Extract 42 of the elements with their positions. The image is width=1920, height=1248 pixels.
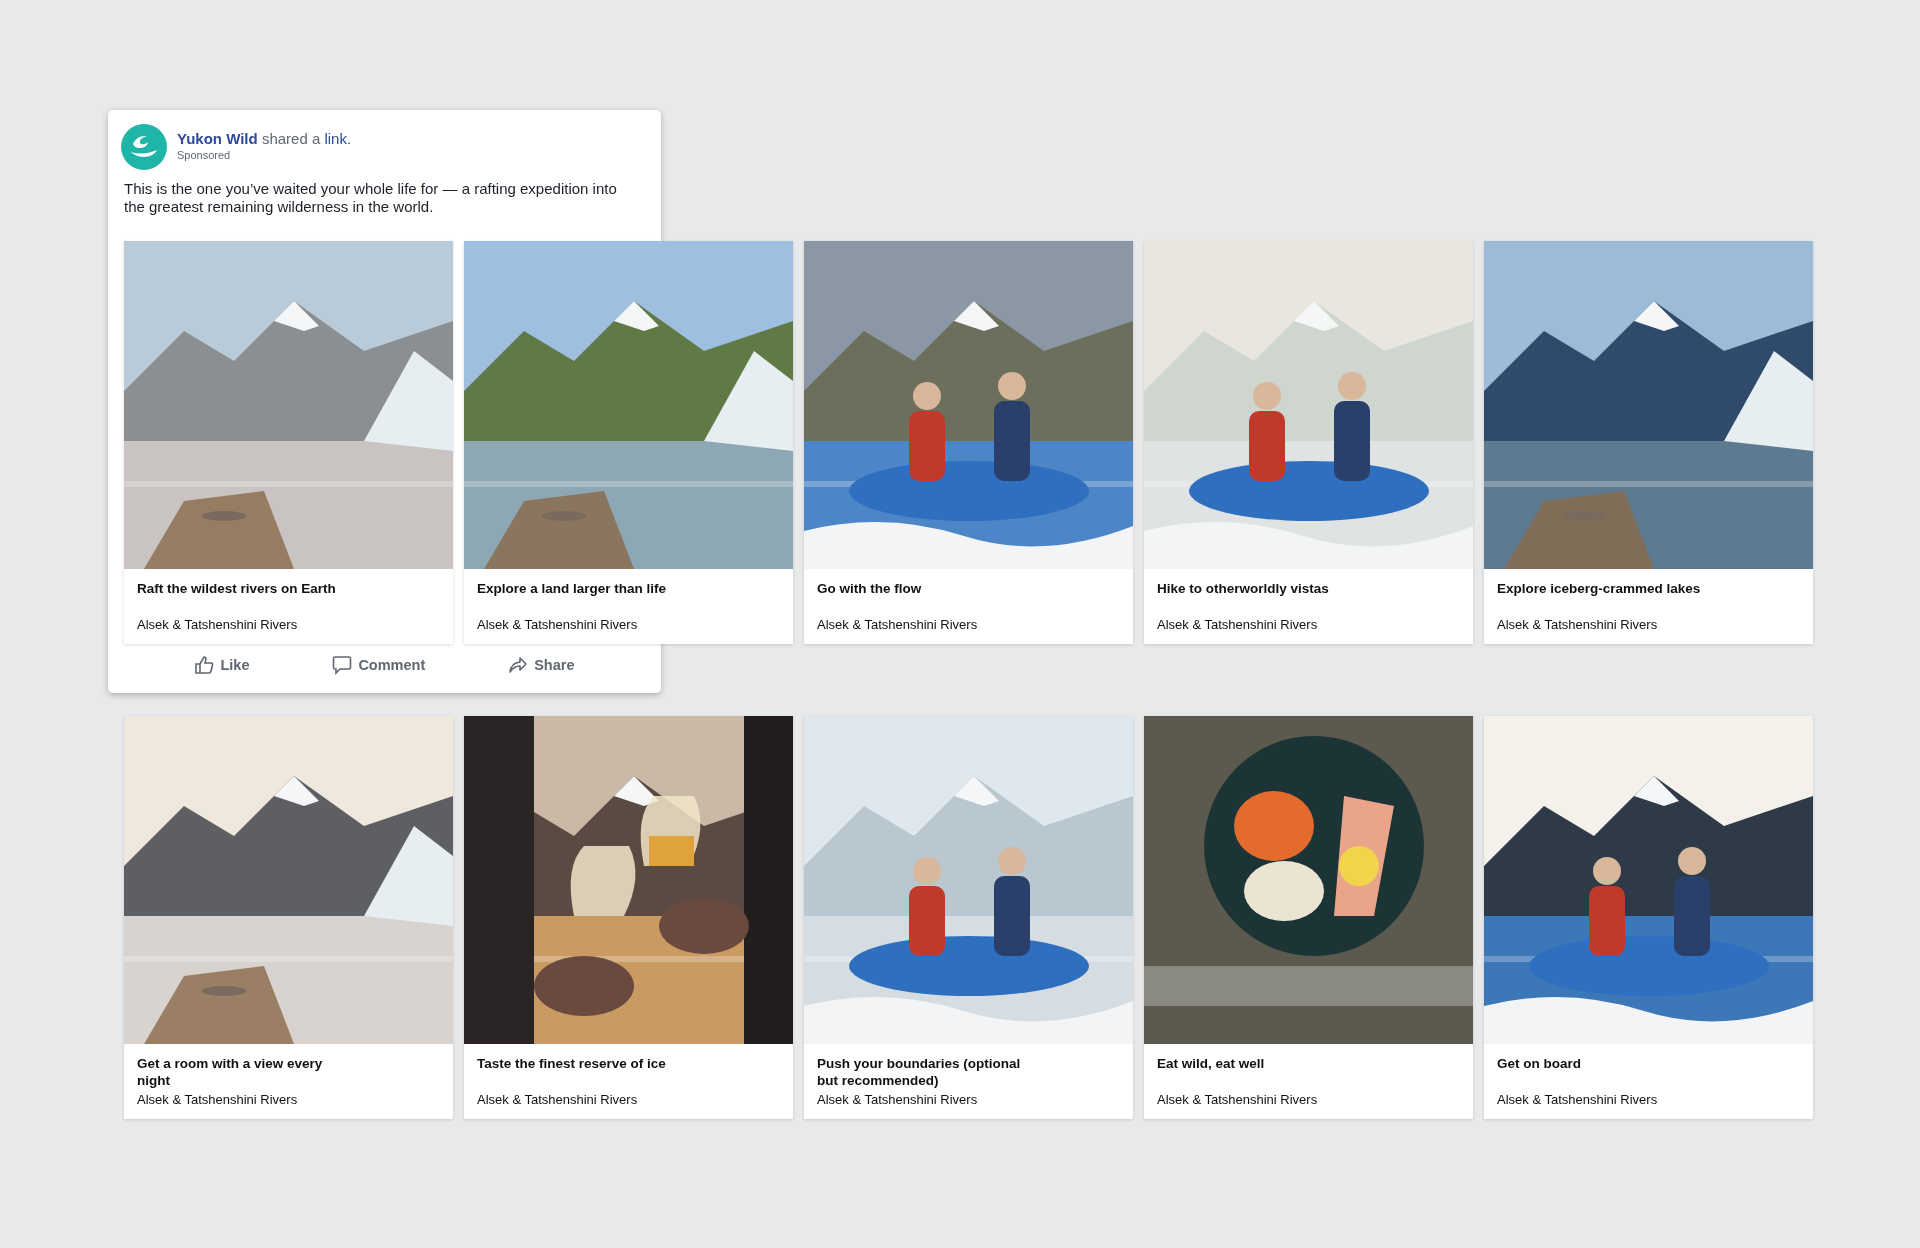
share-button[interactable]: Share [500,651,583,679]
card-title: Explore iceberg-crammed lakes [1497,580,1702,597]
card-title: Go with the flow [817,580,923,597]
comment-button[interactable]: Comment [324,651,434,679]
card-title: Get a room with a view every night [137,1055,324,1089]
logo-avatar-icon [121,124,167,170]
card-title: Raft the wildest rivers on Earth [137,580,337,597]
carousel-card[interactable]: Eat wild, eat well Alsek & Tatshenshini Rivers [1144,716,1473,1119]
share-arrow-icon [508,655,529,675]
card-title: Get on board [1497,1055,1582,1072]
sponsored-label: Sponsored [177,149,232,161]
speech-bubble-icon [332,655,353,675]
card-subtitle: Alsek & Tatshenshini Rivers [817,1092,979,1107]
shared-label: shared a [261,130,321,147]
carousel-card[interactable]: Raft the wildest rivers on Earth Alsek & Tatshenshini Rivers [124,241,453,644]
carousel-card[interactable]: Push your boundaries (optional but recommended) Alsek & Tatshenshini Rivers [804,716,1133,1119]
carousel-card[interactable]: Get a room with a view every night Alsek & Tatshenshini Rivers [124,716,453,1119]
card-subtitle: Alsek & Tatshenshini Rivers [137,1092,299,1107]
link-text[interactable]: link. [324,130,352,147]
thumbs-up-icon [194,655,215,675]
card-subtitle: Alsek & Tatshenshini Rivers [477,617,639,632]
post-message: This is the one you’ve waited your whole life for — a rafting expedition into the greatest remaining wilderness in the world. [123,179,618,216]
carousel-card[interactable]: Get on board Alsek & Tatshenshini Rivers [1484,716,1813,1119]
carousel-card[interactable]: Go with the flow Alsek & Tatshenshini Rivers [804,241,1133,644]
carousel-card[interactable]: Hike to otherworldly vistas Alsek & Tatshenshini Rivers [1144,241,1473,644]
carousel-card[interactable]: Taste the finest reserve of ice Alsek & Tatshenshini Rivers [464,716,793,1119]
card-title: Explore a land larger than life [477,580,668,597]
card-subtitle: Alsek & Tatshenshini Rivers [477,1092,639,1107]
card-subtitle: Alsek & Tatshenshini Rivers [137,617,299,632]
card-subtitle: Alsek & Tatshenshini Rivers [1157,1092,1319,1107]
card-title: Taste the finest reserve of ice [477,1055,667,1072]
page-name-link[interactable]: Yukon Wild [177,130,258,147]
like-button[interactable]: Like [186,651,258,679]
card-title: Hike to otherworldly vistas [1157,580,1330,597]
card-subtitle: Alsek & Tatshenshini Rivers [1497,617,1659,632]
card-subtitle: Alsek & Tatshenshini Rivers [817,617,979,632]
card-title: Push your boundaries (optional but recommended) [817,1055,1022,1089]
card-title: Eat wild, eat well [1157,1055,1266,1072]
carousel-card[interactable]: Explore iceberg-crammed lakes Alsek & Tatshenshini Rivers [1484,241,1813,644]
carousel-card[interactable]: Explore a land larger than life Alsek & Tatshenshini Rivers [464,241,793,644]
card-subtitle: Alsek & Tatshenshini Rivers [1497,1092,1659,1107]
card-subtitle: Alsek & Tatshenshini Rivers [1157,617,1319,632]
